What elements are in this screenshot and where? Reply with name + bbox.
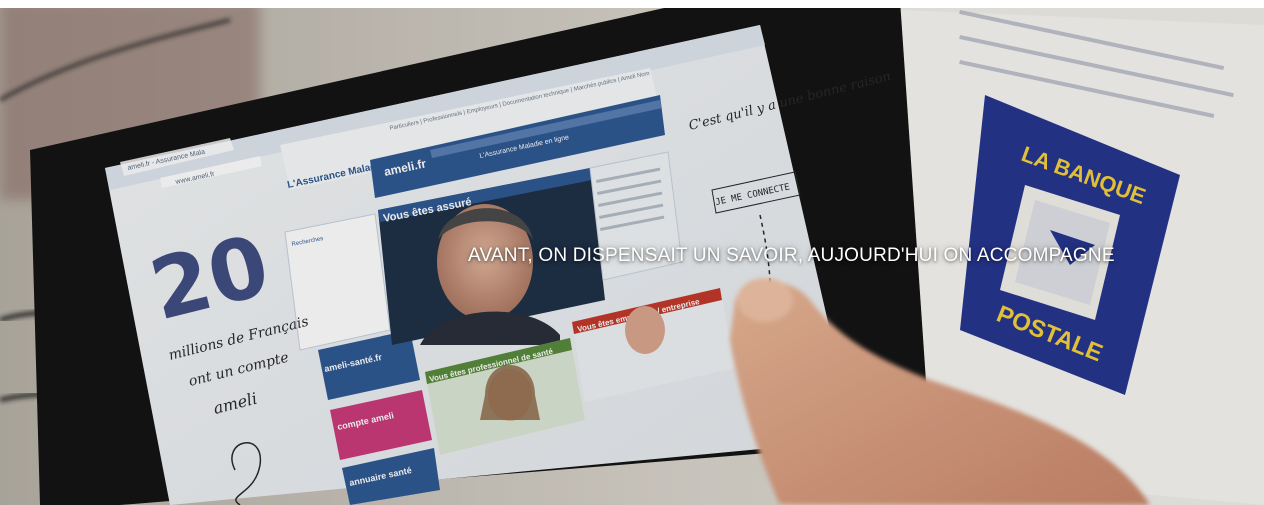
- hero-headline: AVANT, ON DISPENSAIT UN SAVOIR, AUJOURD'…: [468, 245, 1115, 266]
- hero-banner: LA BANQUE POSTALE ameli.fr - Assurance M…: [0, 0, 1264, 505]
- top-border: [0, 0, 1264, 8]
